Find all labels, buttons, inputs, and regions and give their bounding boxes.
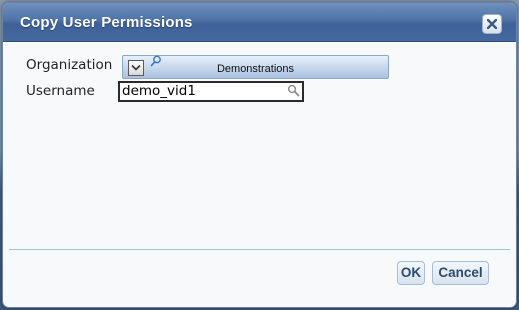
footer-divider bbox=[9, 249, 510, 250]
organization-select[interactable]: Demonstrations bbox=[122, 55, 389, 79]
dialog-content: Organization Demonstrations Username dem… bbox=[9, 43, 510, 248]
organization-label: Organization bbox=[26, 57, 113, 73]
ok-button[interactable]: OK bbox=[397, 261, 425, 285]
close-button[interactable] bbox=[482, 14, 502, 34]
username-input[interactable]: demo_vid1 bbox=[118, 81, 304, 102]
dialog-title: Copy User Permissions bbox=[20, 14, 193, 31]
close-icon bbox=[487, 19, 497, 29]
copy-user-permissions-dialog: Copy User Permissions Organization Demon… bbox=[2, 2, 517, 308]
search-icon[interactable] bbox=[287, 84, 300, 97]
cancel-button[interactable]: Cancel bbox=[432, 261, 489, 285]
organization-value: Demonstrations bbox=[216, 63, 295, 75]
username-label: Username bbox=[26, 83, 95, 99]
dialog-titlebar[interactable]: Copy User Permissions bbox=[3, 3, 516, 42]
